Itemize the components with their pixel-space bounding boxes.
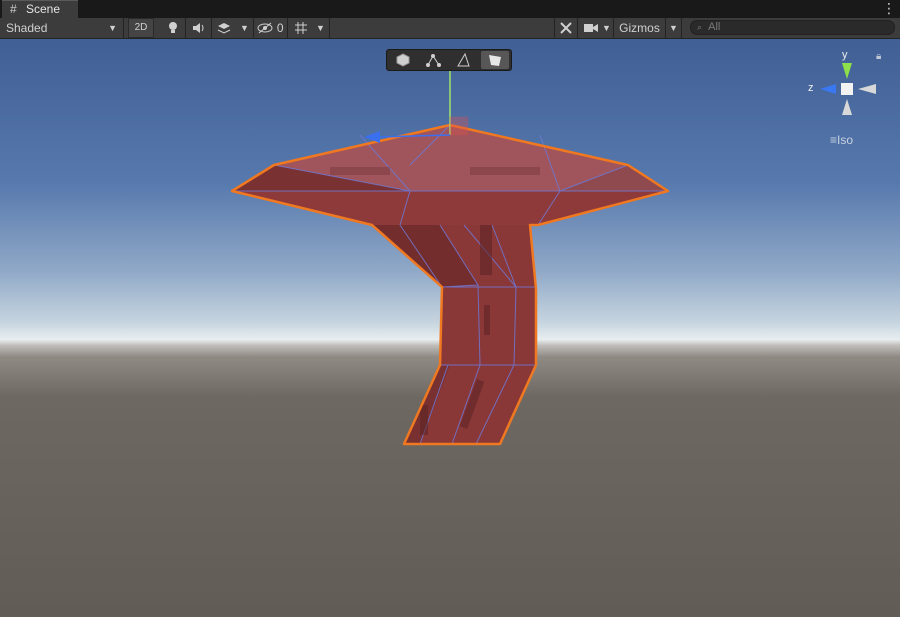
- tools-icon: [560, 22, 572, 34]
- object-mode-button[interactable]: [389, 51, 417, 69]
- gizmos-dropdown[interactable]: ▼: [666, 18, 682, 38]
- edge-mode-button[interactable]: [449, 51, 477, 69]
- camera-dropdown[interactable]: ▼: [600, 18, 614, 38]
- camera-settings-button[interactable]: [580, 18, 602, 38]
- z-axis-cone-icon: [820, 84, 836, 94]
- lighting-toggle[interactable]: [160, 18, 186, 38]
- selected-mesh[interactable]: [230, 123, 670, 446]
- tab-scene-label: Scene: [26, 2, 61, 16]
- z-arrow-icon: [364, 131, 380, 143]
- effects-toggle[interactable]: [212, 18, 236, 38]
- effects-dropdown[interactable]: ▼: [236, 18, 254, 38]
- face-mode-icon: [489, 55, 501, 66]
- audio-toggle[interactable]: [186, 18, 212, 38]
- scene-viewport[interactable]: y z 🔒︎ ≡Iso: [0, 39, 900, 617]
- tab-scene[interactable]: # Scene: [2, 0, 78, 18]
- probuilder-selection-palette: [386, 49, 512, 71]
- z-axis-label: z: [808, 82, 814, 94]
- object-mode-icon: [396, 53, 410, 67]
- grid-dropdown[interactable]: ▼: [312, 18, 330, 38]
- neg-y-axis-cone-icon: [842, 99, 852, 115]
- visibility-icon: [257, 22, 273, 34]
- hidden-count: 0: [276, 21, 284, 35]
- edge-mode-icon: [457, 52, 470, 67]
- camera-icon: [584, 24, 598, 32]
- scene-toolbar: Shaded ▼ 2D ▼ 0 ▼ ▼ Gizmos ▼ ⌕ All: [0, 18, 900, 39]
- grid-toggle[interactable]: [290, 18, 312, 38]
- grid-icon: [295, 22, 307, 34]
- search-icon: ⌕: [697, 22, 703, 32]
- scene-visibility-toggle[interactable]: 0: [254, 18, 288, 38]
- audio-icon: [192, 23, 203, 33]
- menu-lines-icon: ≡: [830, 133, 838, 147]
- hash-icon: #: [10, 2, 17, 16]
- chevron-down-icon: ▼: [316, 23, 325, 33]
- draw-mode-label: Shaded: [6, 21, 48, 35]
- search-field[interactable]: ⌕ All: [690, 20, 895, 35]
- xy-plane-handle: [449, 116, 469, 136]
- lock-icon[interactable]: 🔒︎: [876, 51, 881, 62]
- gizmo-center-icon: [841, 83, 853, 95]
- scene-canvas: [230, 57, 670, 446]
- x-axis-cone-icon: [858, 84, 876, 94]
- toggle-2d-button[interactable]: 2D: [128, 18, 154, 38]
- projection-label: Iso: [837, 133, 854, 147]
- y-axis-cone-icon: [842, 63, 852, 79]
- chevron-down-icon: ▼: [240, 23, 249, 33]
- vertex-mode-icon: [426, 54, 441, 67]
- tools-toggle[interactable]: [554, 18, 578, 38]
- draw-mode-dropdown[interactable]: Shaded ▼: [0, 18, 124, 38]
- chevron-down-icon: ▼: [602, 23, 611, 33]
- tab-bar: # Scene ⋮: [0, 0, 900, 18]
- gizmos-label: Gizmos: [619, 21, 660, 35]
- face-mode-button[interactable]: [481, 51, 509, 69]
- chevron-down-icon: ▼: [669, 23, 678, 33]
- effects-icon: [217, 23, 231, 34]
- chevron-down-icon: ▼: [108, 23, 117, 33]
- gizmos-toggle[interactable]: Gizmos: [614, 18, 666, 38]
- vertex-mode-button[interactable]: [419, 51, 447, 69]
- y-axis-label: y: [842, 49, 848, 61]
- projection-toggle[interactable]: ≡Iso: [830, 133, 853, 147]
- search-placeholder: All: [708, 21, 721, 33]
- more-options-icon[interactable]: ⋮: [882, 0, 896, 18]
- lighting-icon: [168, 22, 177, 33]
